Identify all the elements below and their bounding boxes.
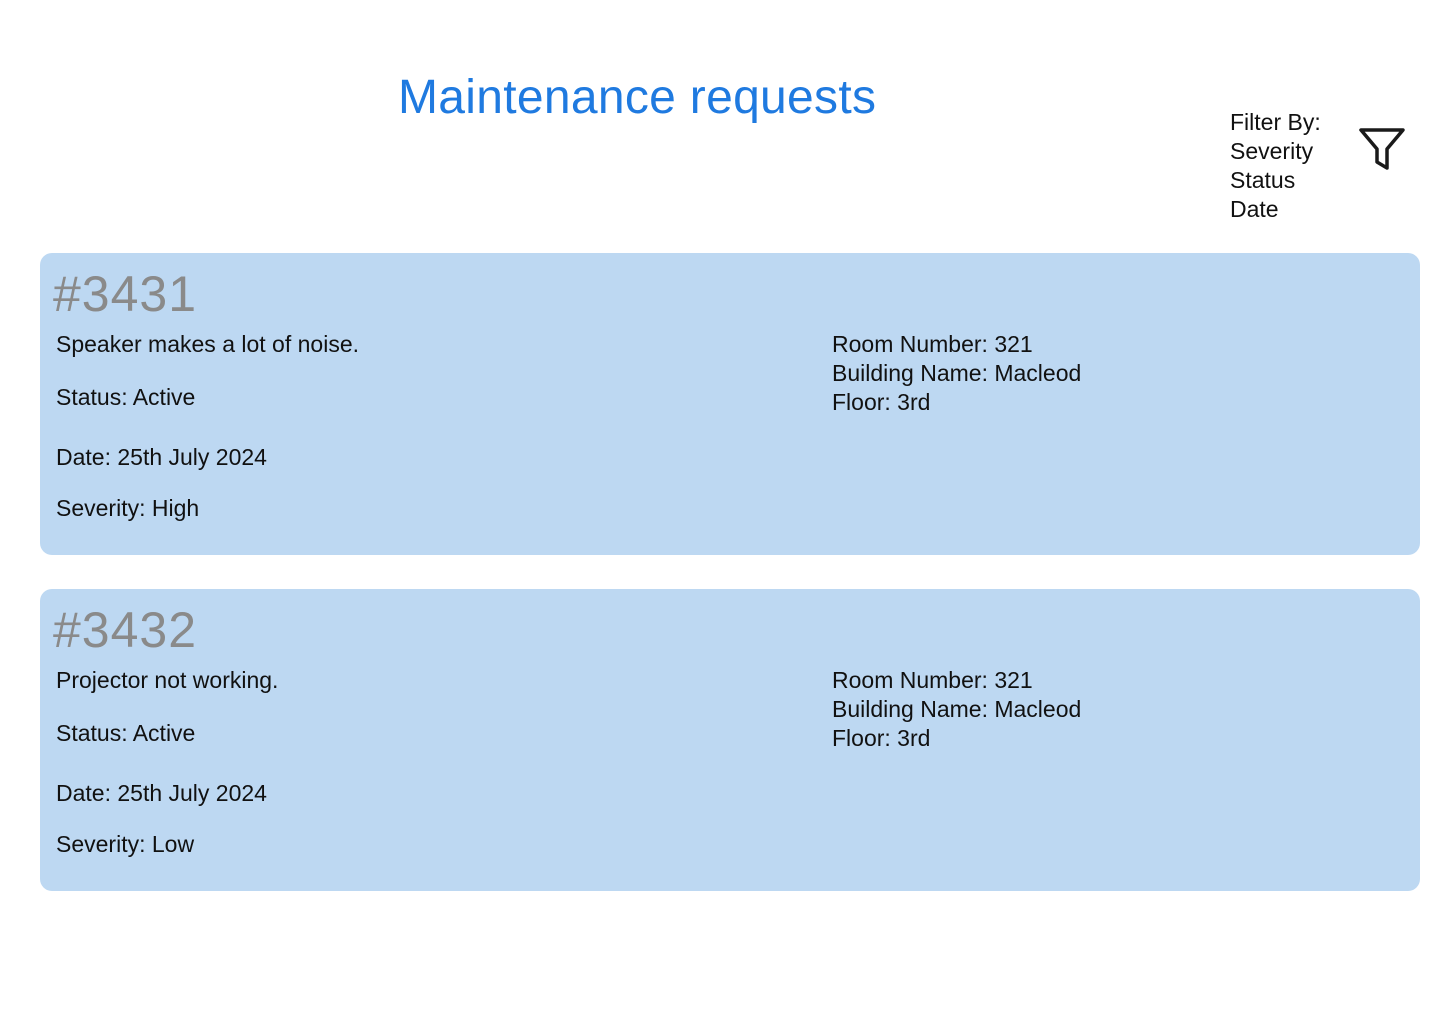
request-date: Date: 25th July 2024 bbox=[56, 780, 267, 806]
floor: Floor: 3rd bbox=[832, 389, 931, 415]
floor: Floor: 3rd bbox=[832, 725, 931, 751]
building-name: Building Name: Macleod bbox=[832, 696, 1082, 722]
request-date: Date: 25th July 2024 bbox=[56, 444, 267, 470]
request-location: Room Number: 321 Building Name: Macleod … bbox=[832, 666, 1081, 753]
room-number: Room Number: 321 bbox=[832, 667, 1033, 693]
room-number: Room Number: 321 bbox=[832, 331, 1033, 357]
request-description: Projector not working. bbox=[56, 667, 279, 693]
building-name: Building Name: Macleod bbox=[832, 360, 1082, 386]
request-severity: Severity: Low bbox=[56, 831, 195, 857]
request-severity: Severity: High bbox=[56, 495, 200, 521]
request-card[interactable]: #3431 Speaker makes a lot of noise. Stat… bbox=[40, 253, 1420, 555]
request-id: #3432 bbox=[53, 602, 198, 658]
request-description: Speaker makes a lot of noise. bbox=[56, 331, 359, 357]
filter-option-date[interactable]: Date bbox=[1230, 195, 1321, 224]
request-id: #3431 bbox=[53, 266, 198, 322]
request-card[interactable]: #3432 Projector not working. Status: Act… bbox=[40, 589, 1420, 891]
filter-option-severity[interactable]: Severity bbox=[1230, 137, 1321, 166]
filter-option-status[interactable]: Status bbox=[1230, 166, 1321, 195]
filter-icon[interactable] bbox=[1356, 125, 1408, 173]
filter-label: Filter By: bbox=[1230, 109, 1321, 135]
page-title: Maintenance requests bbox=[398, 71, 877, 124]
request-status: Status: Active bbox=[56, 384, 196, 410]
filter-panel: Filter By: Severity Status Date bbox=[1230, 108, 1321, 224]
request-location: Room Number: 321 Building Name: Macleod … bbox=[832, 330, 1081, 417]
request-status: Status: Active bbox=[56, 720, 196, 746]
